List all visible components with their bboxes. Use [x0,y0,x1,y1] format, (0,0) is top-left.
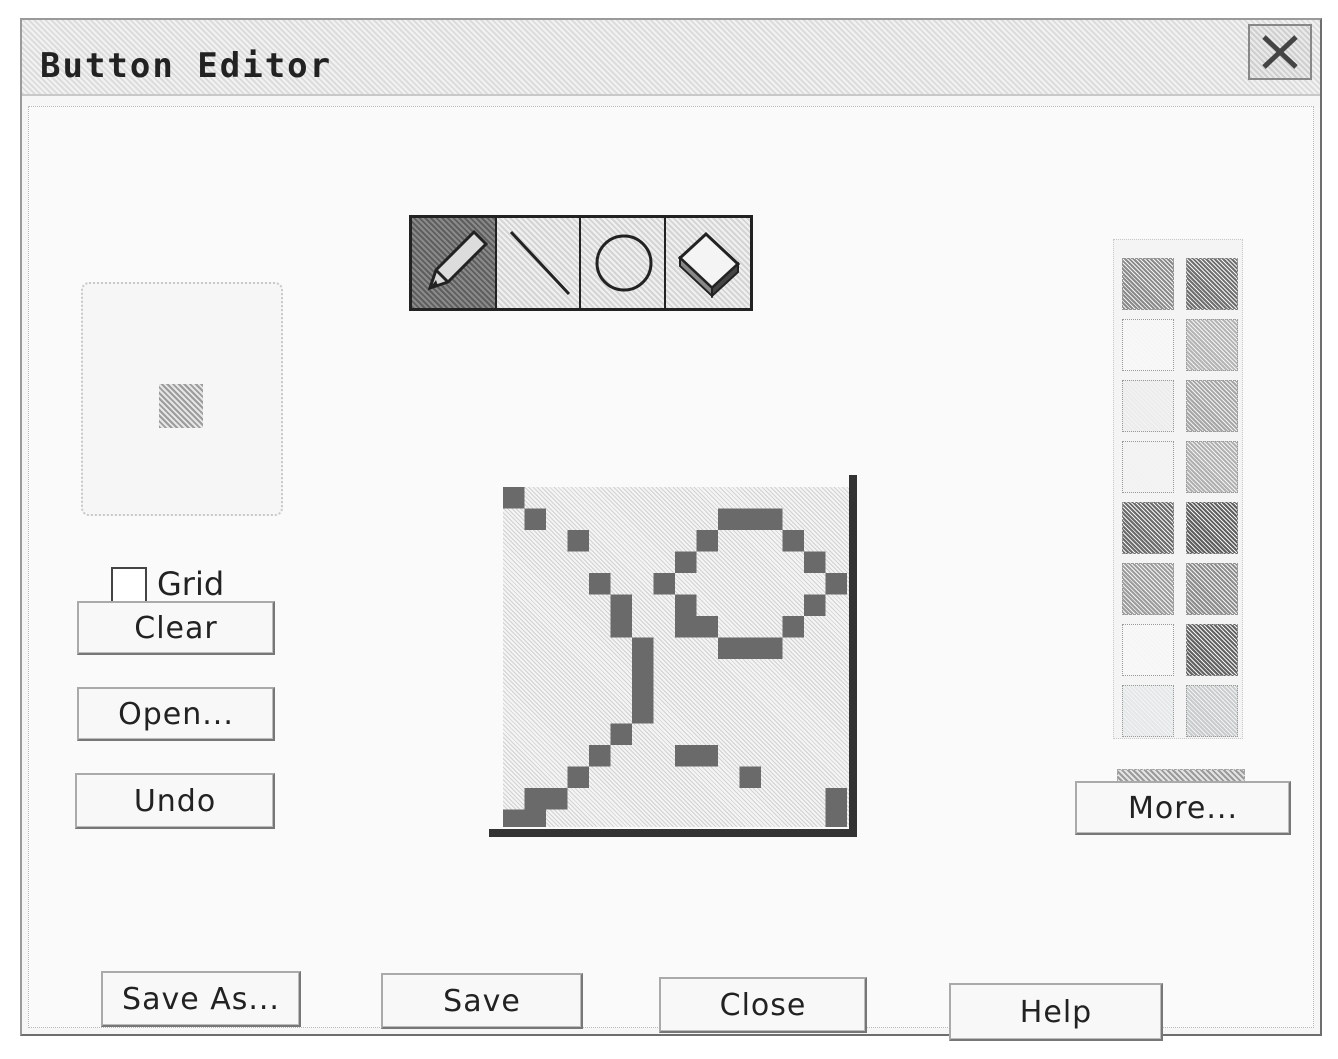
pixel [718,637,740,659]
pixel [524,809,546,827]
pixel [675,594,697,616]
palette-swatch[interactable] [1122,624,1174,676]
pixel [675,745,697,767]
pixel [739,637,761,659]
title-bar[interactable]: Button Editor [22,20,1320,96]
pixel [589,745,611,767]
canvas-border-bottom [489,829,857,837]
pixel [825,809,847,827]
circle-icon [595,234,653,292]
palette-swatch[interactable] [1186,319,1238,371]
palette-swatch[interactable] [1186,563,1238,615]
grid-checkbox[interactable] [111,567,147,603]
line-tool[interactable] [496,218,582,308]
palette-swatch[interactable] [1122,441,1174,493]
pixel [653,573,675,595]
pixel [589,573,611,595]
palette-swatch[interactable] [1186,624,1238,676]
pixel [567,766,589,788]
pixel [632,680,654,702]
palette-swatch[interactable] [1122,502,1174,554]
close-icon[interactable] [1248,24,1312,80]
save-button[interactable]: Save [381,973,583,1029]
palette-swatch[interactable] [1186,258,1238,310]
eraser-icon [677,231,740,299]
pixel [546,788,568,810]
color-palette [1113,239,1243,739]
undo-button[interactable]: Undo [75,773,275,829]
pixel [610,616,632,638]
pixel [610,594,632,616]
pixel [696,530,718,552]
window-title: Button Editor [40,46,333,86]
palette-swatch[interactable] [1186,685,1238,737]
pixel [524,508,546,530]
help-button[interactable]: Help [949,983,1163,1041]
pixel [696,616,718,638]
pixel [804,594,826,616]
edit-canvas[interactable] [489,475,861,839]
pixel [761,508,783,530]
palette-swatch[interactable] [1122,380,1174,432]
pixel [782,530,804,552]
pixel [804,551,826,573]
pixel [632,637,654,659]
palette-swatch[interactable] [1122,258,1174,310]
pencil-icon [427,229,489,291]
open-button[interactable]: Open... [77,687,275,741]
pixel [825,573,847,595]
button-preview [81,282,283,516]
pixel [696,745,718,767]
pixel [675,616,697,638]
more-button[interactable]: More... [1075,781,1291,835]
palette-swatch[interactable] [1186,502,1238,554]
palette-swatch[interactable] [1186,380,1238,432]
palette-swatch[interactable] [1122,685,1174,737]
pixel [782,616,804,638]
pixel [610,723,632,745]
palette-swatch[interactable] [1122,563,1174,615]
palette-swatch[interactable] [1186,441,1238,493]
canvas-border-right [849,475,857,837]
pixel [739,766,761,788]
close-button[interactable]: Close [659,977,867,1033]
grid-label: Grid [157,565,225,603]
pixel [675,551,697,573]
pixel-art [503,487,847,827]
pixel [503,487,525,509]
button-preview-icon [159,384,203,428]
save-as-button[interactable]: Save As... [101,971,301,1027]
pixel [632,659,654,681]
circle-tool[interactable] [581,218,666,308]
clear-button[interactable]: Clear [77,601,275,655]
pixel [825,788,847,810]
pixel [567,530,589,552]
pixel [718,508,740,530]
palette-swatch[interactable] [1122,319,1174,371]
pixel [761,637,783,659]
pixel [524,788,546,810]
line-icon [509,230,570,296]
pencil-tool[interactable] [412,218,497,308]
pixel [632,702,654,724]
drawing-tools [409,215,753,311]
eraser-tool[interactable] [665,218,751,308]
button-editor-dialog: Button Editor Grid Clear Open... Undo Mo… [20,18,1322,1041]
pixel [739,508,761,530]
dialog-client-area: Grid Clear Open... Undo More... Save As.… [28,106,1314,1041]
pixel [503,809,525,827]
